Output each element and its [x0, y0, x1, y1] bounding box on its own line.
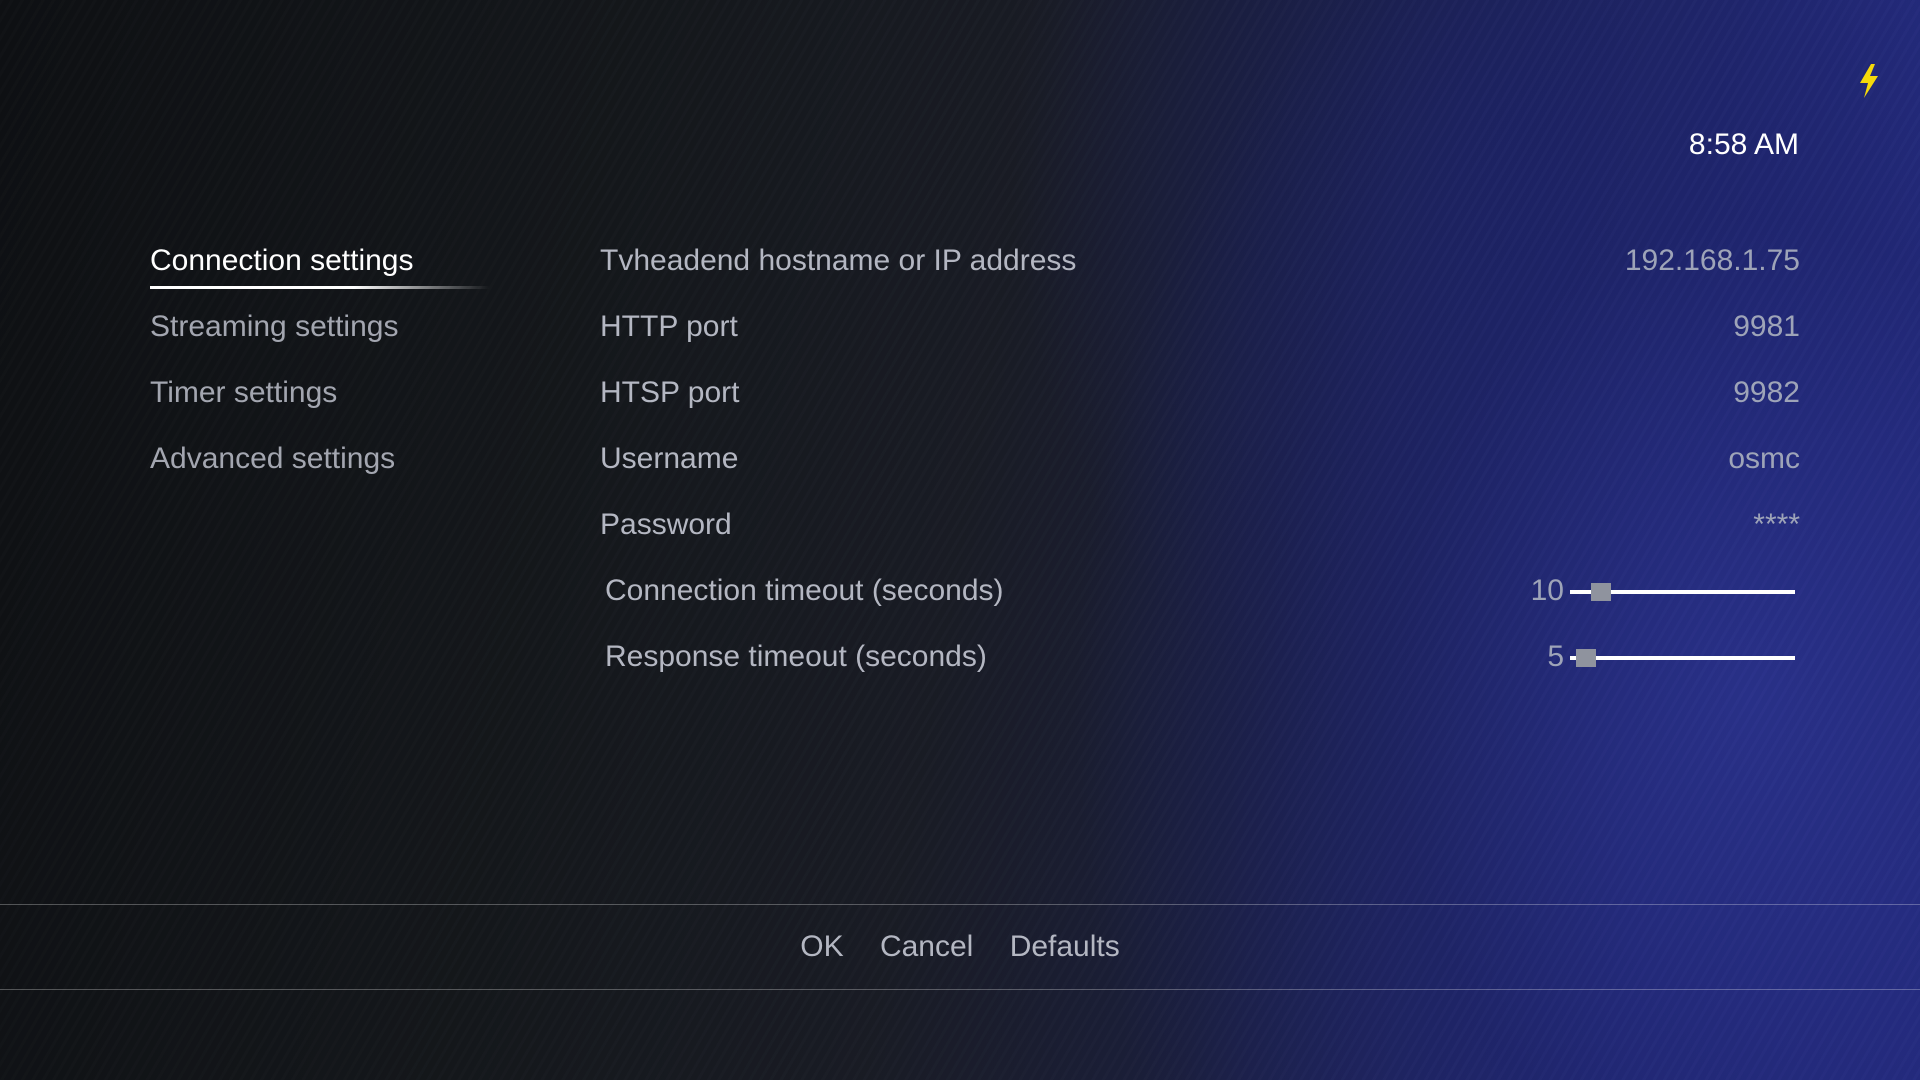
lightning-bolt-icon	[1860, 64, 1878, 98]
menu-item-streaming-settings[interactable]: Streaming settings	[150, 302, 495, 368]
setting-label: Username	[600, 442, 739, 475]
menu-item-timer-settings[interactable]: Timer settings	[150, 368, 495, 434]
setting-value: 192.168.1.75	[1624, 244, 1800, 277]
setting-value: 9982	[1733, 376, 1800, 409]
setting-label: Response timeout (seconds)	[605, 640, 987, 673]
setting-value: 9981	[1733, 310, 1800, 343]
setting-response-timeout[interactable]: Response timeout (seconds) 5	[600, 632, 1800, 698]
defaults-button[interactable]: Defaults	[1010, 905, 1120, 989]
ok-button[interactable]: OK	[800, 905, 843, 989]
dialog-button-bar: OK Cancel Defaults	[0, 904, 1920, 990]
setting-password[interactable]: Password ****	[600, 500, 1800, 566]
clock: 8:58 AM	[1688, 128, 1799, 161]
menu-item-label: Streaming settings	[150, 310, 399, 343]
setting-htsp-port[interactable]: HTSP port 9982	[600, 368, 1800, 434]
setting-connection-timeout[interactable]: Connection timeout (seconds) 10	[600, 566, 1800, 632]
setting-label: Connection timeout (seconds)	[605, 574, 1004, 607]
menu-item-advanced-settings[interactable]: Advanced settings	[150, 434, 495, 500]
setting-username[interactable]: Username osmc	[600, 434, 1800, 500]
menu-item-connection-settings[interactable]: Connection settings	[150, 236, 495, 302]
setting-value: osmc	[1728, 442, 1800, 475]
settings-list: Tvheadend hostname or IP address 192.168…	[600, 236, 1800, 698]
slider-thumb[interactable]	[1576, 649, 1596, 667]
cancel-button[interactable]: Cancel	[880, 905, 973, 989]
setting-label: Tvheadend hostname or IP address	[600, 244, 1077, 277]
slider-value: 5	[1547, 640, 1564, 673]
slider-thumb[interactable]	[1591, 583, 1611, 601]
setting-label: HTTP port	[600, 310, 738, 343]
connection-timeout-slider[interactable]: 10	[1525, 566, 1795, 616]
slider-value: 10	[1530, 574, 1564, 607]
setting-http-port[interactable]: HTTP port 9981	[600, 302, 1800, 368]
menu-item-label: Advanced settings	[150, 442, 396, 475]
setting-label: HTSP port	[600, 376, 740, 409]
setting-label: Password	[600, 508, 732, 541]
response-timeout-slider[interactable]: 5	[1525, 632, 1795, 682]
slider-track[interactable]	[1570, 583, 1795, 601]
settings-category-menu: Connection settings Streaming settings T…	[150, 236, 495, 500]
setting-value: ****	[1753, 508, 1800, 541]
setting-hostname[interactable]: Tvheadend hostname or IP address 192.168…	[600, 236, 1800, 302]
menu-item-label: Connection settings	[150, 244, 414, 277]
menu-item-label: Timer settings	[150, 376, 338, 409]
slider-track[interactable]	[1570, 649, 1795, 667]
